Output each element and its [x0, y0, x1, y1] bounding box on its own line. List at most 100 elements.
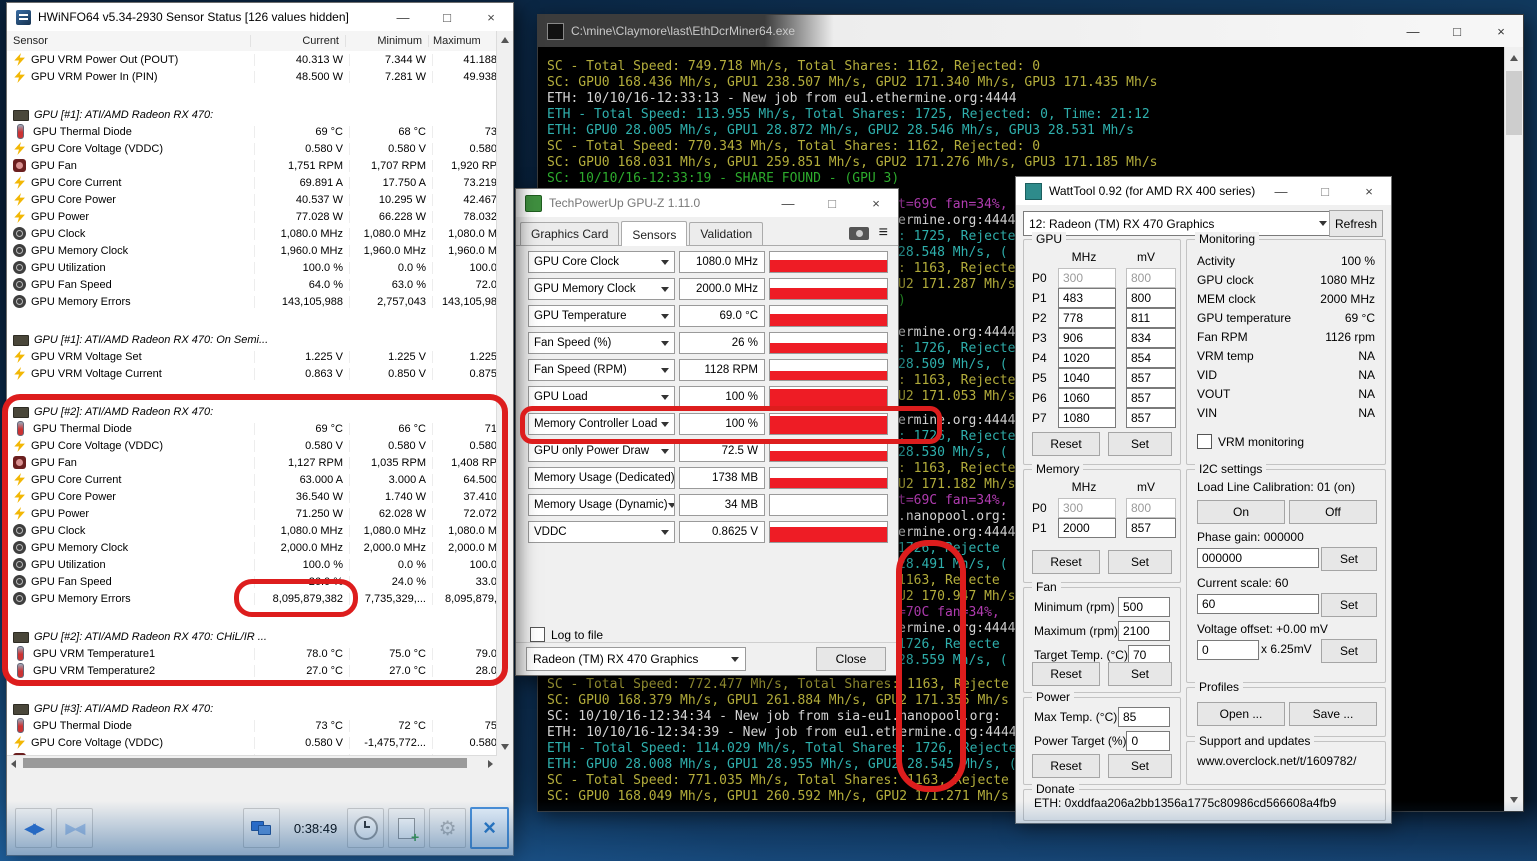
sensor-select[interactable]: VDDC	[528, 521, 675, 543]
sensor-select[interactable]: Memory Usage (Dedicated)	[528, 467, 675, 489]
pstate-mv-input[interactable]: 800	[1126, 288, 1176, 308]
tab-sensors[interactable]: Sensors	[621, 221, 687, 246]
voltage-offset-input[interactable]: 0	[1197, 640, 1259, 660]
console-scrollbar[interactable]	[1504, 47, 1523, 811]
sensor-row[interactable]: GPU Memory Clock1,960.0 MHz1,960.0 MHz1,…	[7, 242, 497, 259]
sensor-row[interactable]: GPU VRM Voltage Current0.863 V0.850 V0.8…	[7, 365, 497, 382]
refresh-button[interactable]: Refresh	[1329, 210, 1383, 237]
sensor-row[interactable]: GPU VRM Power In (PIN)48.500 W7.281 W49.…	[7, 68, 497, 85]
sensor-select[interactable]: GPU only Power Draw	[528, 440, 675, 462]
sensor-row[interactable]: GPU Utilization100.0 %0.0 %100.0	[7, 259, 497, 276]
sensor-row[interactable]: GPU Core Current69.891 A17.750 A73.219	[7, 174, 497, 191]
tab-validation[interactable]: Validation	[689, 222, 763, 245]
setting-input[interactable]: 85	[1118, 707, 1170, 727]
llc-off-button[interactable]: Off	[1289, 500, 1377, 524]
remote-sensor-button[interactable]	[243, 808, 280, 848]
close-button[interactable]: ×	[1347, 177, 1391, 205]
gpu-device-select[interactable]: Radeon (TM) RX 470 Graphics	[526, 647, 746, 671]
pstate-mhz-input[interactable]: 1020	[1058, 348, 1116, 368]
current-scale-input[interactable]: 60	[1197, 594, 1319, 614]
sensor-select[interactable]: Memory Usage (Dynamic)	[528, 494, 675, 516]
sensor-row[interactable]: GPU Power77.028 W66.228 W78.032	[7, 208, 497, 225]
pstate-mv-input[interactable]: 857	[1126, 518, 1176, 538]
close-gpuz-button[interactable]: Close	[816, 647, 886, 671]
gpu-reset-button[interactable]: Reset	[1032, 432, 1100, 456]
pstate-mhz-input[interactable]: 778	[1058, 308, 1116, 328]
sensor-row[interactable]: GPU Utilization100.0 %0.0 %100.0	[7, 556, 497, 573]
sensor-row[interactable]: GPU Memory Errors143,105,9882,757,043143…	[7, 293, 497, 310]
scroll-left-icon[interactable]	[11, 760, 16, 768]
hamburger-menu-icon[interactable]: ≡	[879, 225, 888, 241]
sensor-row[interactable]: GPU Clock1,080.0 MHz1,080.0 MHz1,080.0 M	[7, 522, 497, 539]
sensor-select[interactable]: Memory Controller Load	[528, 413, 675, 435]
phase-gain-input[interactable]: 000000	[1197, 548, 1319, 568]
gpu-set-button[interactable]: Set	[1108, 432, 1172, 456]
voltage-offset-set-button[interactable]: Set	[1321, 639, 1377, 663]
pstate-mhz-input[interactable]: 483	[1058, 288, 1116, 308]
hwinfo-horizontal-scrollbar[interactable]	[7, 755, 497, 770]
pstate-mv-input[interactable]: 857	[1126, 408, 1176, 428]
minimize-button[interactable]: —	[1259, 177, 1303, 205]
fan-reset-button[interactable]: Reset	[1032, 662, 1100, 686]
sensor-select[interactable]: GPU Core Clock	[528, 251, 675, 273]
sensor-row[interactable]: GPU Thermal Diode69 °C66 °C71	[7, 420, 497, 437]
column-sensor[interactable]: Sensor	[7, 35, 250, 47]
minimize-button[interactable]: —	[766, 189, 810, 217]
maximize-button[interactable]: □	[425, 3, 469, 31]
profile-save-button[interactable]: Save ...	[1289, 702, 1377, 726]
sensor-row[interactable]: GPU Fan Speed26.0 %24.0 %33.0	[7, 573, 497, 590]
sensor-row[interactable]: GPU Thermal Diode69 °C68 °C73	[7, 123, 497, 140]
hwinfo-vertical-scrollbar[interactable]	[496, 31, 513, 756]
sensor-row[interactable]: GPU Core Voltage (VDDC)0.580 V-1,475,772…	[7, 734, 497, 751]
screenshot-camera-icon[interactable]	[849, 227, 869, 240]
llc-on-button[interactable]: On	[1197, 500, 1285, 524]
console-titlebar[interactable]: C:\mine\Claymore\last\EthDcrMiner64.exe …	[538, 15, 1523, 47]
hwinfo-column-headers[interactable]: Sensor Current Minimum Maximum	[7, 31, 497, 52]
minimize-button[interactable]: —	[381, 3, 425, 31]
gpuz-titlebar[interactable]: TechPowerUp GPU-Z 1.11.0 — □ ×	[516, 189, 898, 217]
pstate-mv-input[interactable]: 857	[1126, 368, 1176, 388]
pstate-mv-input[interactable]: 854	[1126, 348, 1176, 368]
sensor-row[interactable]: GPU Memory Clock2,000.0 MHz2,000.0 MHz2,…	[7, 539, 497, 556]
close-button[interactable]: ×	[1479, 15, 1523, 47]
sensor-select[interactable]: GPU Memory Clock	[528, 278, 675, 300]
pstate-mv-input[interactable]: 834	[1126, 328, 1176, 348]
scroll-right-icon[interactable]	[488, 760, 493, 768]
log-to-file-checkbox[interactable]	[530, 627, 545, 642]
column-minimum[interactable]: Minimum	[345, 35, 428, 47]
sensor-row[interactable]: GPU VRM Temperature227.0 °C27.0 °C28.0	[7, 662, 497, 679]
sensor-select[interactable]: GPU Temperature	[528, 305, 675, 327]
tab-graphics-card[interactable]: Graphics Card	[520, 222, 619, 245]
logging-report-button[interactable]	[388, 808, 425, 848]
column-maximum[interactable]: Maximum	[428, 35, 497, 47]
scroll-down-icon[interactable]	[1510, 797, 1518, 803]
close-button[interactable]: ×	[469, 3, 513, 31]
setting-input[interactable]: 2100	[1118, 621, 1170, 641]
sensor-row[interactable]: GPU Core Current63.000 A3.000 A64.500	[7, 471, 497, 488]
profile-open-button[interactable]: Open ...	[1197, 702, 1285, 726]
hwinfo-titlebar[interactable]: HWiNFO64 v5.34-2930 Sensor Status [126 v…	[7, 3, 513, 32]
pstate-mhz-input[interactable]: 2000	[1058, 518, 1116, 538]
sensor-row[interactable]: GPU VRM Voltage Set1.225 V1.225 V1.225	[7, 348, 497, 365]
close-sensors-button[interactable]: ×	[470, 807, 509, 849]
pstate-mhz-input[interactable]: 906	[1058, 328, 1116, 348]
sensor-row[interactable]: GPU Clock1,080.0 MHz1,080.0 MHz1,080.0 M	[7, 225, 497, 242]
sensor-row[interactable]: GPU Fan1,751 RPM1,707 RPM1,920 RP	[7, 157, 497, 174]
close-button[interactable]: ×	[854, 189, 898, 217]
minimize-button[interactable]: —	[1391, 15, 1435, 47]
sensor-row[interactable]: GPU Core Power40.537 W10.295 W42.467	[7, 191, 497, 208]
fan-set-button[interactable]: Set	[1108, 662, 1172, 686]
memory-set-button[interactable]: Set	[1108, 550, 1172, 574]
sensor-row[interactable]: GPU Power71.250 W62.028 W72.072	[7, 505, 497, 522]
sensor-row[interactable]: GPU VRM Power Out (POUT)40.313 W7.344 W4…	[7, 51, 497, 68]
sensor-row[interactable]: GPU Core Voltage (VDDC)0.580 V0.580 V0.5…	[7, 437, 497, 454]
vrm-monitoring-checkbox[interactable]	[1197, 434, 1212, 449]
sensor-row[interactable]: GPU Fan1,127 RPM1,035 RPM1,408 RP	[7, 454, 497, 471]
pstate-mv-input[interactable]: 811	[1126, 308, 1176, 328]
scroll-up-icon[interactable]	[1510, 55, 1518, 61]
sensor-row[interactable]: GPU Core Power36.540 W1.740 W37.410	[7, 488, 497, 505]
pstate-mhz-input[interactable]: 1040	[1058, 368, 1116, 388]
scroll-up-icon[interactable]	[501, 37, 509, 43]
pstate-mhz-input[interactable]: 1080	[1058, 408, 1116, 428]
sensor-select[interactable]: Fan Speed (%)	[528, 332, 675, 354]
